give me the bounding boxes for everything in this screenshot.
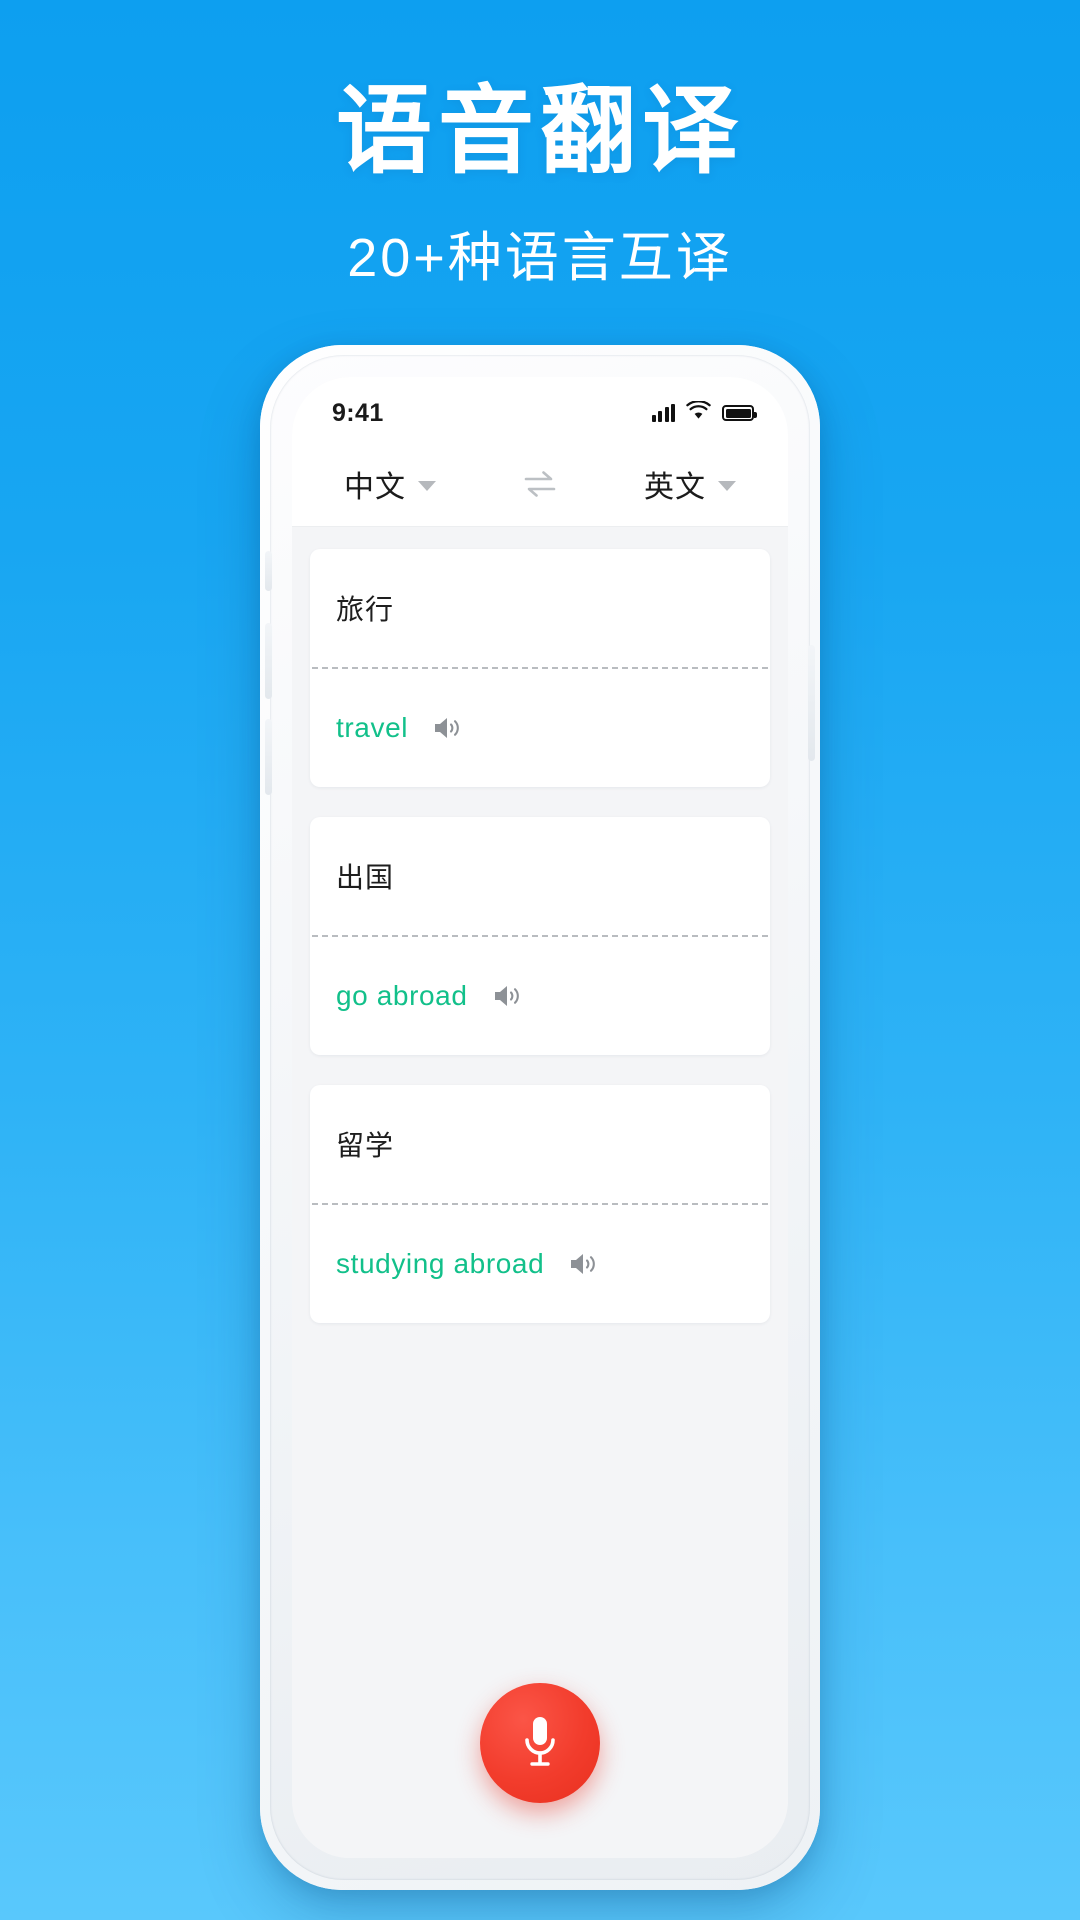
battery-full-icon — [722, 405, 757, 421]
speaker-volume-icon[interactable] — [492, 983, 522, 1009]
status-bar: 9:41 — [292, 377, 788, 441]
card-translation-row: go abroad — [310, 937, 770, 1055]
card-translated-text: travel — [336, 712, 409, 743]
cellular-signal-icon — [651, 404, 675, 422]
chevron-down-icon — [718, 480, 736, 491]
phone-mockup: 9:41 中文 英文 旅行 travel 出国 go abroad 留学 stu… — [260, 345, 820, 1890]
wifi-icon — [686, 400, 711, 425]
record-voice-button[interactable] — [480, 1683, 600, 1803]
status-bar-time: 9:41 — [332, 398, 384, 427]
phone-mute-switch — [265, 551, 272, 591]
phone-volume-down-button — [265, 719, 272, 795]
page-subtitle: 20+种语言互译 — [347, 227, 733, 288]
language-selector-bar: 中文 英文 — [292, 441, 788, 527]
target-language-label: 英文 — [644, 470, 706, 504]
card-translated-text: studying abroad — [336, 1248, 545, 1279]
status-bar-icons — [651, 400, 757, 425]
phone-screen: 9:41 中文 英文 旅行 travel 出国 go abroad 留学 stu… — [292, 377, 788, 1858]
microphone-icon — [517, 1713, 563, 1773]
phone-body: 9:41 中文 英文 旅行 travel 出国 go abroad 留学 stu… — [260, 345, 820, 1890]
source-language-label: 中文 — [344, 470, 406, 504]
hero-header: 语音翻译 20+种语言互译 — [0, 0, 1080, 290]
speaker-volume-icon[interactable] — [432, 715, 462, 741]
card-translation-row: travel — [310, 669, 770, 787]
phone-power-button — [808, 645, 815, 761]
table-row[interactable]: 出国 go abroad — [310, 817, 770, 1055]
page-title: 语音翻译 — [336, 78, 744, 185]
phone-volume-up-button — [265, 623, 272, 699]
card-translated-text: go abroad — [336, 980, 468, 1011]
source-language-selector[interactable]: 中文 — [344, 462, 436, 506]
record-area — [292, 1628, 788, 1858]
phone-bezel: 9:41 中文 英文 旅行 travel 出国 go abroad 留学 stu… — [265, 355, 815, 1880]
swap-languages-button[interactable] — [521, 469, 559, 499]
card-source-text: 旅行 — [336, 594, 395, 625]
card-translation-row: studying abroad — [310, 1205, 770, 1323]
card-source-text: 出国 — [336, 862, 395, 893]
target-language-selector[interactable]: 英文 — [644, 462, 736, 506]
card-source-text: 留学 — [336, 1130, 395, 1161]
chevron-down-icon — [418, 480, 436, 491]
translation-card-list: 旅行 travel 出国 go abroad 留学 studying abroa… — [292, 527, 788, 1628]
speaker-volume-icon[interactable] — [568, 1251, 598, 1277]
table-row[interactable]: 留学 studying abroad — [310, 1085, 770, 1323]
table-row[interactable]: 旅行 travel — [310, 549, 770, 787]
